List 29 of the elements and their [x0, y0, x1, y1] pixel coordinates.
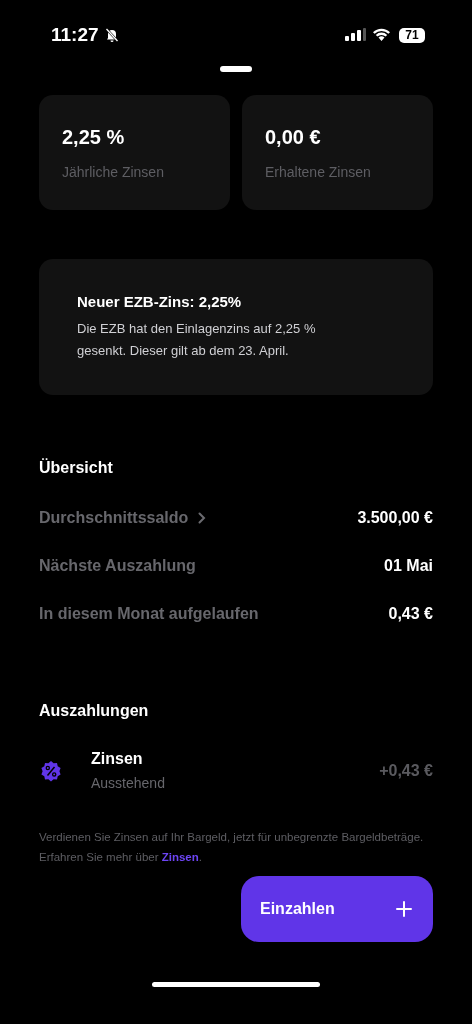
- percent-badge-icon: [39, 758, 63, 783]
- plus-icon: [396, 901, 412, 917]
- payout-amount: +0,43 €: [379, 761, 433, 780]
- stat-value: 0,00 €: [265, 126, 322, 149]
- interest-link[interactable]: Zinsen: [161, 851, 199, 863]
- info-text: Verdienen Sie Zinsen auf Ihr Bargeld, jetzt für unbegrenzte Bargeldbeträge. Erfahren Sie mehr über Zinsen.: [39, 830, 425, 865]
- chevron-icon: [198, 512, 207, 524]
- wifi-icon: [372, 28, 391, 42]
- status-time: 11:27: [51, 24, 99, 46]
- notice-title: Neuer EZB-Zins: 2,25%: [77, 293, 243, 310]
- sheet-handle[interactable]: [220, 66, 252, 72]
- payout-title: Zinsen: [91, 750, 144, 768]
- payout-status: Ausstehend: [91, 775, 166, 791]
- section-heading: Auszahlungen: [39, 702, 150, 720]
- notice-text: Die EZB hat den Einlagenzins auf 2,25 % gesenkt. Dieser gilt ab dem 23. April.: [77, 320, 317, 360]
- row-label: In diesem Monat aufgelaufen: [39, 605, 259, 623]
- signal-icon: [345, 28, 367, 42]
- payout-item[interactable]: Zinsen Ausstehend +0,43 €: [39, 750, 433, 791]
- row-value: 01 Mai: [384, 557, 433, 575]
- battery-icon: 71: [399, 27, 425, 43]
- stat-label: Erhaltene Zinsen: [265, 164, 372, 180]
- section-heading: Übersicht: [39, 459, 114, 477]
- row-value: 0,43 €: [388, 605, 433, 623]
- average-balance-link[interactable]: Durchschnittssaldo: [39, 509, 207, 527]
- deposit-button[interactable]: Einzahlen: [241, 876, 433, 942]
- stat-value: 2,25 %: [62, 126, 126, 149]
- row-value: 3.500,00 €: [357, 509, 433, 527]
- stat-label: Jährliche Zinsen: [62, 164, 165, 180]
- row-label: Nächste Auszahlung: [39, 557, 196, 575]
